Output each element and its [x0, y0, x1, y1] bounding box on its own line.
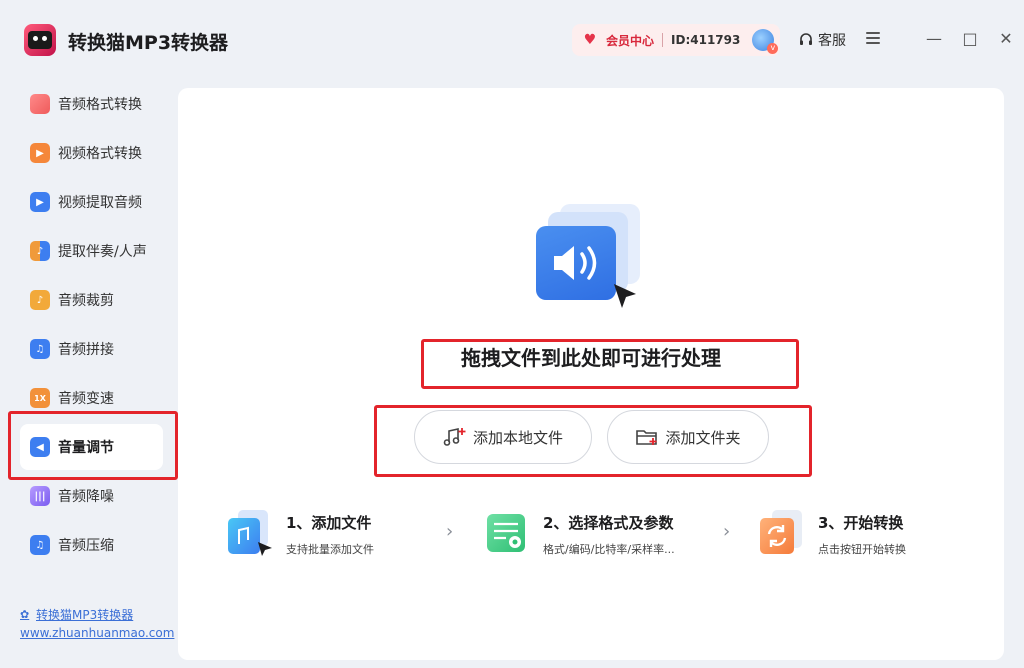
settings-step-icon — [487, 514, 525, 552]
step-2-title: 2、选择格式及参数 — [543, 514, 674, 532]
sidebar-item-video-extract-audio[interactable]: ▶ 视频提取音频 — [20, 179, 163, 225]
title-bar: 转换猫MP3转换器 ♥ 会员中心 ID:411793 客服 — □ ✕ — [0, 0, 1024, 80]
app-logo — [24, 24, 56, 56]
sidebar-item-video-format[interactable]: ▶ 视频格式转换 — [20, 130, 163, 176]
step-add-file: 1、添加文件 支持批量添加文件 — [226, 508, 426, 560]
sidebar-item-audio-compress[interactable]: ♫ 音频压缩 — [20, 522, 163, 568]
sidebar-item-label: 音频裁剪 — [58, 293, 114, 309]
sidebar-item-label: 音频拼接 — [58, 342, 114, 358]
app-title: 转换猫MP3转换器 — [68, 32, 229, 54]
sidebar-item-audio-merge[interactable]: ♫ 音频拼接 — [20, 326, 163, 372]
step-1-title: 1、添加文件 — [286, 514, 372, 532]
sidebar-item-label: 音频降噪 — [58, 489, 114, 505]
sidebar-item-label: 音频变速 — [58, 391, 114, 407]
sidebar-item-audio-cut[interactable]: ♪ 音频裁剪 — [20, 277, 163, 323]
maximize-button[interactable]: □ — [962, 30, 978, 48]
sidebar: 音频格式转换 ▶ 视频格式转换 ▶ 视频提取音频 ♪ 提取伴奏/人声 ♪ 音频裁… — [0, 80, 178, 668]
paw-icon: ✿ — [20, 607, 30, 621]
divider — [662, 33, 664, 47]
step-3-desc: 点击按钮开始转换 — [818, 543, 906, 556]
user-avatar[interactable] — [752, 29, 779, 54]
noise-reduce-icon: ||| — [30, 486, 50, 506]
step-start-convert: 3、开始转换 点击按钮开始转换 — [758, 508, 958, 560]
chevron-right-icon: › — [723, 521, 731, 542]
audio-speed-icon: 1X — [30, 388, 50, 408]
audio-cut-icon: ♪ — [30, 290, 50, 310]
headset-icon — [800, 33, 812, 45]
sidebar-item-label: 音频压缩 — [58, 538, 114, 554]
convert-step-icon — [760, 510, 802, 554]
highlight-box-sidebar — [8, 411, 178, 480]
footer-url-link[interactable]: www.zhuanhuanmao.com — [20, 626, 174, 640]
close-button[interactable]: ✕ — [998, 30, 1014, 48]
footer-app-link[interactable]: ✿ 转换猫MP3转换器 — [20, 606, 133, 623]
step-select-format: 2、选择格式及参数 格式/编码/比特率/采样率... — [483, 508, 703, 560]
drop-zone[interactable]: 拖拽文件到此处即可进行处理 添加本地文件 添加文件夹 1、添加文件 支持批量添加… — [178, 88, 1004, 660]
cursor-icon — [614, 284, 636, 308]
footer-link-label: 转换猫MP3转换器 — [36, 608, 134, 622]
customer-service-label: 客服 — [818, 33, 846, 49]
audio-format-icon — [30, 94, 50, 114]
chevron-right-icon: › — [446, 521, 454, 542]
step-1-desc: 支持批量添加文件 — [286, 543, 374, 556]
minimize-button[interactable]: — — [926, 30, 942, 48]
sidebar-item-label: 视频提取音频 — [58, 195, 142, 211]
sidebar-item-label: 提取伴奏/人声 — [58, 244, 147, 260]
vip-center-label: 会员中心 — [606, 33, 655, 48]
step-3-title: 3、开始转换 — [818, 514, 904, 532]
highlight-box-buttons — [374, 405, 812, 477]
customer-service-button[interactable]: 客服 — [798, 30, 846, 50]
vocal-extract-icon: ♪ — [30, 241, 50, 261]
sidebar-item-label: 音频格式转换 — [58, 97, 142, 113]
vip-center-button[interactable]: ♥ 会员中心 ID:411793 — [572, 24, 780, 56]
add-file-step-icon — [228, 510, 272, 556]
vip-heart-icon: ♥ — [583, 32, 597, 48]
user-id: ID:411793 — [671, 33, 741, 47]
speaker-icon — [554, 246, 597, 280]
sidebar-item-label: 视频格式转换 — [58, 146, 142, 162]
sidebar-item-vocal-extract[interactable]: ♪ 提取伴奏/人声 — [20, 228, 163, 274]
video-format-icon: ▶ — [30, 143, 50, 163]
video-extract-audio-icon: ▶ — [30, 192, 50, 212]
sidebar-item-audio-format[interactable]: 音频格式转换 — [20, 81, 163, 127]
audio-merge-icon: ♫ — [30, 339, 50, 359]
highlight-box-hint — [421, 339, 799, 389]
step-2-desc: 格式/编码/比特率/采样率... — [543, 543, 675, 556]
audio-file-illustration — [536, 202, 642, 312]
audio-compress-icon: ♫ — [30, 535, 50, 555]
menu-icon[interactable] — [866, 32, 880, 46]
